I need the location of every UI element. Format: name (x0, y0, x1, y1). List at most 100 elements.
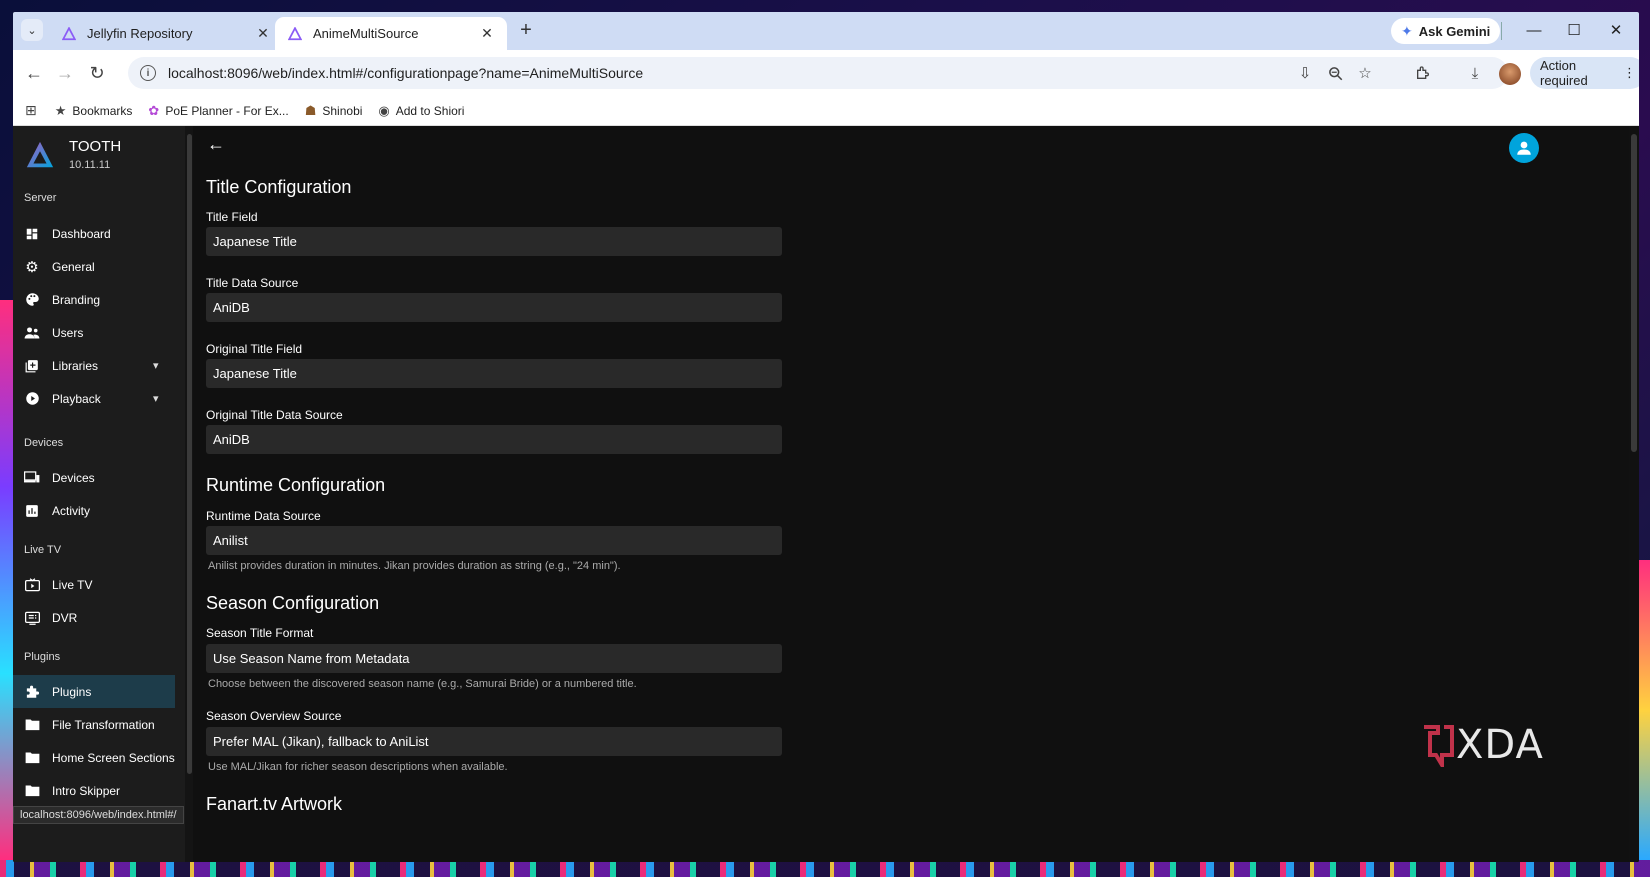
bookmark-star-icon[interactable]: ☆ (1353, 61, 1377, 85)
sidebar-item-label: Libraries (52, 358, 99, 373)
bookmark-shinobi[interactable]: ☗ Shinobi (305, 103, 363, 119)
minimize-button[interactable]: — (1516, 16, 1552, 44)
apps-grid-icon[interactable]: ⊞ (25, 102, 37, 119)
url-text: localhost:8096/web/index.html#/configura… (168, 65, 644, 81)
sidebar-item-plugins[interactable]: Plugins (13, 675, 175, 708)
runtime-data-source-select[interactable]: Anilist (206, 526, 782, 555)
close-tab-icon[interactable]: ✕ (255, 25, 271, 42)
window-controls-divider (1501, 22, 1502, 40)
season-overview-source-select[interactable]: Prefer MAL (Jikan), fallback to AniList (206, 727, 782, 756)
original-title-data-source-select[interactable]: AniDB (206, 425, 782, 454)
section-devices-title: Devices (24, 437, 64, 449)
fanart-artwork-heading: Fanart.tv Artwork (206, 794, 343, 814)
original-title-field-select[interactable]: Japanese Title (206, 359, 782, 388)
wallpaper-glow-left (0, 300, 14, 860)
install-app-icon[interactable]: ⇩ (1293, 61, 1317, 85)
sidebar-item-playback[interactable]: Playback ▾ (13, 382, 175, 415)
wallpaper-glow-right (1638, 560, 1650, 860)
ask-gemini-button[interactable]: ✦ Ask Gemini (1391, 18, 1501, 44)
server-brand[interactable]: TOOTH 10.11.11 (25, 138, 121, 171)
tab-animemultisource[interactable]: AnimeMultiSource ✕ (275, 17, 507, 50)
sidebar-item-activity[interactable]: Activity (13, 494, 175, 527)
back-button[interactable]: ← (20, 59, 48, 87)
chevron-down-icon[interactable]: ▾ (153, 392, 167, 405)
bookmark-poe-planner[interactable]: ✿ PoE Planner - For Ex... (148, 103, 288, 119)
runtime-configuration-heading: Runtime Configuration (206, 475, 386, 495)
close-tab-icon[interactable]: ✕ (479, 25, 495, 42)
action-required-button[interactable]: Action required ⋮ (1530, 57, 1639, 89)
sidebar-item-libraries[interactable]: Libraries ▾ (13, 349, 175, 382)
ask-gemini-label: Ask Gemini (1418, 23, 1491, 39)
close-window-button[interactable]: ✕ (1598, 16, 1634, 44)
title-field-select[interactable]: Japanese Title (206, 227, 782, 256)
xda-watermark: XDA (1420, 722, 1544, 768)
downloads-icon[interactable]: ⤓ (1463, 61, 1487, 85)
star-icon: ★ (54, 102, 67, 118)
zoom-icon[interactable] (1323, 61, 1347, 85)
tab-jellyfin-repository[interactable]: Jellyfin Repository ✕ (49, 17, 283, 50)
sidebar-item-label: Users (52, 325, 84, 340)
back-arrow-icon[interactable]: ← (207, 134, 225, 155)
new-tab-button[interactable]: + (513, 18, 539, 44)
bookmark-label: Shinobi (322, 103, 363, 118)
bookmark-label: Bookmarks (72, 103, 133, 118)
sidebar-scrollbar-thumb[interactable] (187, 134, 192, 774)
close-icon: ✕ (1609, 22, 1623, 39)
reload-button[interactable]: ↻ (83, 59, 111, 87)
chevron-down-icon[interactable]: ▾ (153, 359, 167, 372)
runtime-data-source-label: Runtime Data Source (206, 509, 321, 523)
section-plugins-title: Plugins (24, 651, 61, 663)
main-scrollbar-thumb[interactable] (1631, 134, 1637, 452)
maximize-icon: ☐ (1567, 22, 1581, 39)
title-data-source-select[interactable]: AniDB (206, 293, 782, 322)
xda-logo-icon (1424, 725, 1454, 767)
xda-wordmark: XDA (1456, 722, 1544, 768)
reload-icon: ↻ (89, 62, 105, 83)
library-add-icon (24, 358, 40, 374)
forward-button[interactable]: → (51, 59, 79, 87)
season-overview-source-label: Season Overview Source (206, 709, 342, 723)
bookmark-add-to-shiori[interactable]: ◉ Add to Shiori (378, 103, 464, 119)
site-info-icon[interactable]: i (140, 65, 156, 81)
action-required-label: Action required (1540, 58, 1588, 88)
runtime-help-text: Anilist provides duration in minutes. Ji… (208, 560, 621, 572)
season-configuration-heading: Season Configuration (206, 593, 380, 613)
season-title-format-help: Choose between the discovered season nam… (208, 678, 637, 690)
title-field-label: Title Field (206, 210, 258, 224)
sidebar-item-label: General (52, 259, 95, 274)
sidebar-item-users[interactable]: Users (13, 316, 175, 349)
sidebar-item-general[interactable]: ⚙ General (13, 250, 175, 283)
tab-search-button[interactable]: ⌄ (21, 19, 43, 41)
profile-avatar[interactable] (1499, 63, 1521, 85)
bookmark-label: Add to Shiori (395, 103, 465, 118)
folder-icon (24, 783, 40, 799)
section-server-title: Server (24, 192, 57, 204)
jellyfin-favicon-icon (287, 26, 303, 42)
maximize-button[interactable]: ☐ (1556, 16, 1592, 44)
sidebar-item-live-tv[interactable]: Live TV (13, 568, 175, 601)
bookmark-bookmarks[interactable]: ★ Bookmarks (55, 103, 133, 119)
arrow-left-icon: ← (25, 62, 43, 83)
sidebar-item-dvr[interactable]: DVR (13, 601, 175, 634)
server-version: 10.11.11 (69, 159, 111, 171)
sidebar-item-dashboard[interactable]: Dashboard (13, 217, 175, 250)
original-title-field-label: Original Title Field (206, 342, 303, 356)
arrow-right-icon: → (56, 62, 74, 83)
browser-window: ⌄ Jellyfin Repository ✕ AnimeMultiSource… (13, 12, 1639, 862)
sidebar-item-intro-skipper[interactable]: Intro Skipper (13, 774, 175, 807)
user-avatar-button[interactable] (1509, 133, 1539, 163)
sidebar-item-label: Activity (52, 503, 91, 518)
extensions-icon[interactable] (1411, 61, 1435, 85)
sidebar-item-home-screen-sections[interactable]: Home Screen Sections (13, 741, 175, 774)
sidebar-item-label: File Transformation (52, 717, 155, 732)
sidebar-item-label: Intro Skipper (52, 783, 121, 798)
jellyfin-app: TOOTH 10.11.11 Server Dashboard ⚙ Genera… (13, 126, 1639, 862)
sidebar-item-devices[interactable]: Devices (13, 461, 175, 494)
more-vert-icon: ⋮ (1623, 65, 1636, 80)
bookmark-label: PoE Planner - For Ex... (165, 103, 289, 118)
season-title-format-select[interactable]: Use Season Name from Metadata (206, 644, 782, 673)
sidebar-item-branding[interactable]: Branding (13, 283, 175, 316)
sidebar-item-file-transformation[interactable]: File Transformation (13, 708, 175, 741)
browser-toolbar: ← → ↻ i localhost:8096/web/index.html#/c… (13, 50, 1639, 96)
title-configuration-heading: Title Configuration (206, 177, 352, 197)
